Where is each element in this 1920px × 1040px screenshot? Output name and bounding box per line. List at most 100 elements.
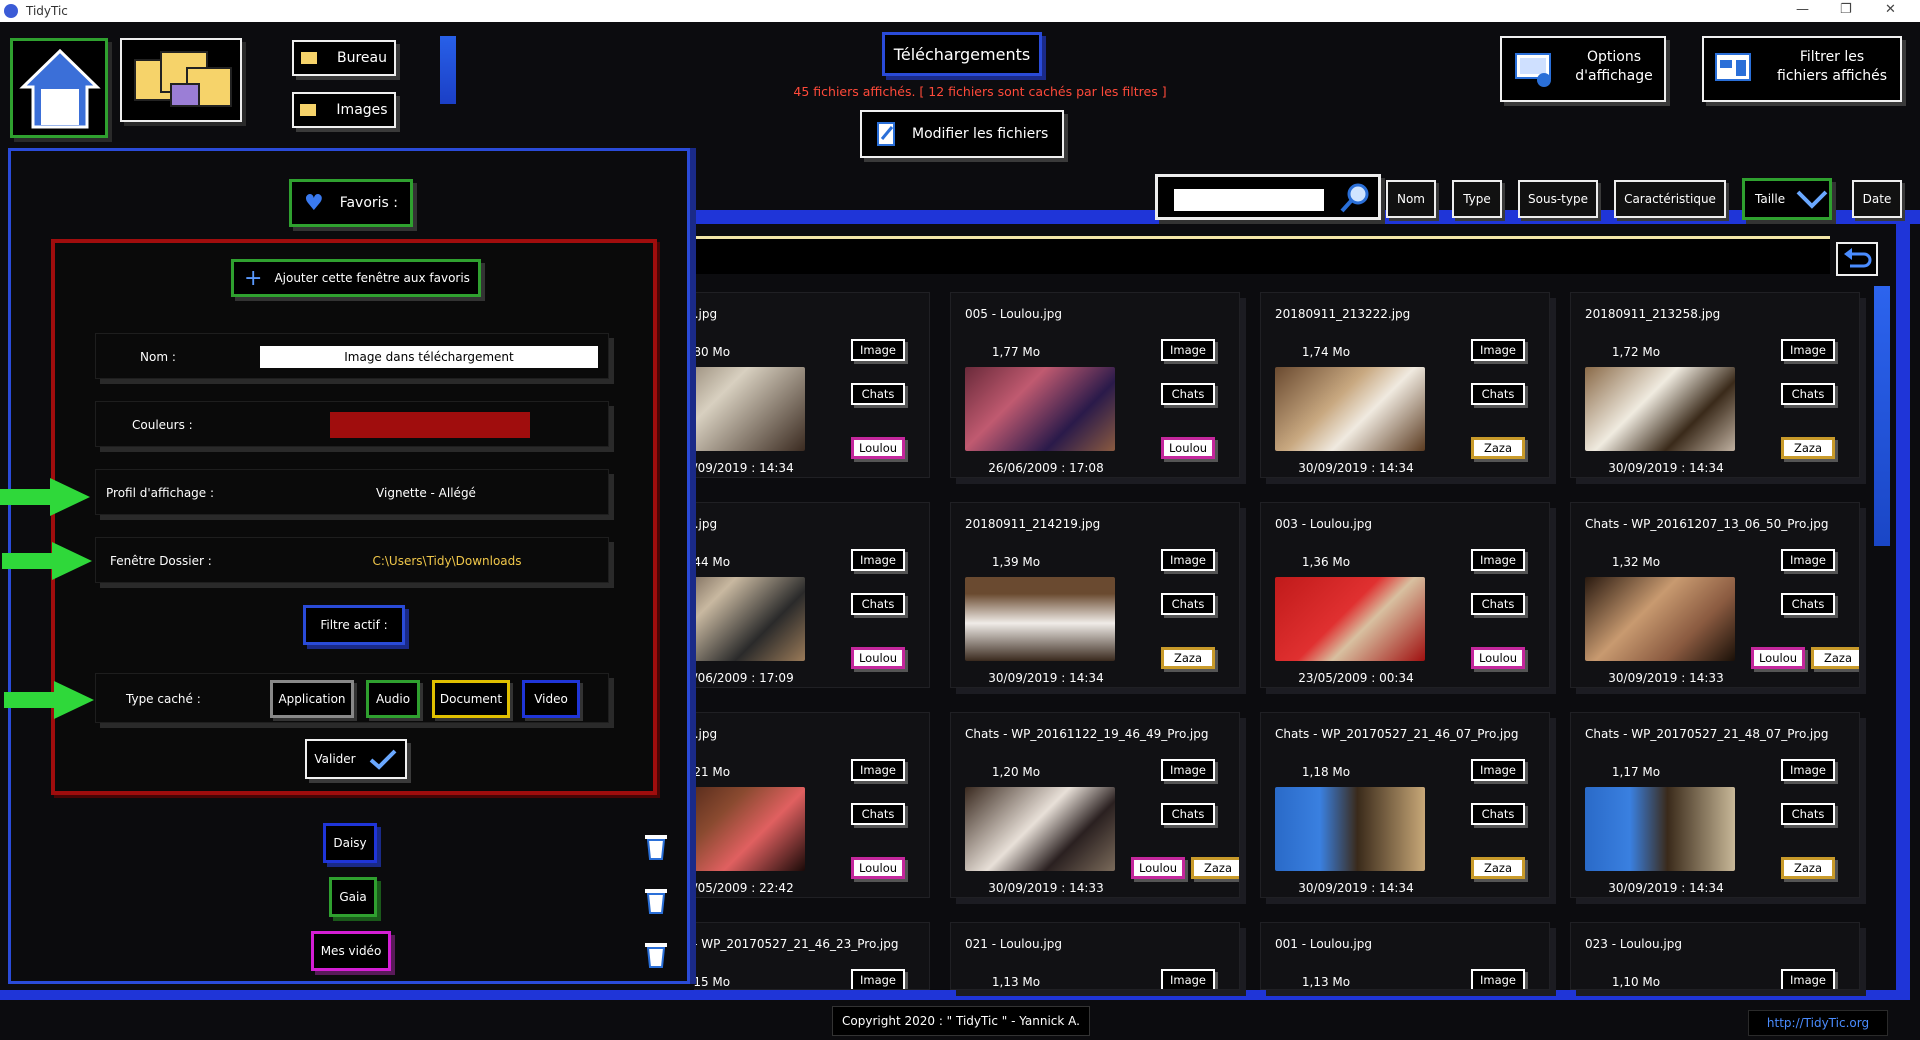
minimize-button[interactable]: — (1796, 2, 1809, 17)
file-thumbnail[interactable] (1275, 787, 1425, 871)
hidden-type-document[interactable]: Document (432, 680, 510, 718)
tag-chats[interactable]: Chats (1161, 383, 1215, 405)
tag-chats[interactable]: Chats (1781, 593, 1835, 615)
validate-button[interactable]: Valider (305, 739, 407, 779)
search-icon[interactable] (1338, 181, 1372, 215)
tag-image[interactable]: Image (1781, 339, 1835, 361)
folders-button[interactable] (120, 38, 242, 122)
file-card[interactable]: Chats - WP_20161122_19_46_49_Pro.jpg 1,20… (950, 712, 1240, 898)
tag-chats[interactable]: Chats (1471, 383, 1525, 405)
file-card[interactable]: 005 - Loulou.jpg 1,77 Mo 26/06/2009 : 17:0… (950, 292, 1240, 478)
tag-zaza[interactable]: Zaza (1781, 437, 1835, 459)
tag-chats[interactable]: Chats (1471, 593, 1525, 615)
images-button[interactable]: Images (292, 92, 396, 128)
hidden-type-audio[interactable]: Audio (366, 680, 420, 718)
tag-loulou[interactable]: Loulou (1161, 437, 1215, 459)
tag-chats[interactable]: Chats (1471, 803, 1525, 825)
tag-image[interactable]: Image (851, 339, 905, 361)
file-card[interactable]: Chats - WP_20161207_13_06_50_Pro.jpg 1,32… (1570, 502, 1860, 688)
hidden-type-video[interactable]: Video (522, 680, 580, 718)
tag-chats[interactable]: Chats (851, 593, 905, 615)
tag-chats[interactable]: Chats (1161, 803, 1215, 825)
sort-characteristic-button[interactable]: Caractéristique (1614, 180, 1726, 218)
file-thumbnail[interactable] (965, 367, 1115, 451)
file-card[interactable]: 20180911_213258.jpg 1,72 Mo 30/09/2019 : 1… (1570, 292, 1860, 478)
trash-icon[interactable] (643, 831, 669, 861)
tag-chats[interactable]: Chats (1161, 593, 1215, 615)
trash-icon[interactable] (643, 885, 669, 915)
tag-zaza[interactable]: Zaza (1471, 857, 1525, 879)
restore-button[interactable]: ❐ (1840, 2, 1852, 17)
name-field[interactable]: Image dans téléchargement (260, 346, 598, 368)
sort-date-button[interactable]: Date (1852, 180, 1902, 218)
filter-active-button[interactable]: Filtre actif : (303, 605, 405, 645)
home-button[interactable] (10, 38, 108, 138)
tag-chats[interactable]: Chats (1781, 383, 1835, 405)
file-thumbnail[interactable] (1585, 367, 1735, 451)
tag-image[interactable]: Image (1471, 759, 1525, 781)
file-card[interactable]: 003 - Loulou.jpg 1,36 Mo 23/05/2009 : 00:3… (1260, 502, 1550, 688)
tag-image[interactable]: Image (1471, 969, 1525, 989)
tag-zaza[interactable]: Zaza (1811, 647, 1859, 669)
tag-loulou[interactable]: Loulou (1131, 857, 1185, 879)
add-favorite-button[interactable]: + Ajouter cette fenêtre aux favoris (231, 259, 481, 297)
back-button[interactable] (1836, 242, 1878, 276)
file-card[interactable]: 001 - Loulou.jpg 1,13 Mo Image (1260, 922, 1550, 990)
tag-loulou[interactable]: Loulou (851, 857, 905, 879)
file-card[interactable]: 20180911_214219.jpg 1,39 Mo 30/09/2019 : 1… (950, 502, 1240, 688)
nav-scrollbar[interactable] (440, 36, 456, 104)
tag-zaza[interactable]: Zaza (1471, 437, 1525, 459)
file-thumbnail[interactable] (1275, 367, 1425, 451)
tag-image[interactable]: Image (1471, 339, 1525, 361)
tag-image[interactable]: Image (1781, 759, 1835, 781)
sort-subtype-button[interactable]: Sous-type (1518, 180, 1598, 218)
tag-loulou[interactable]: Loulou (851, 647, 905, 669)
tag-loulou[interactable]: Loulou (1751, 647, 1805, 669)
trash-icon[interactable] (643, 939, 669, 969)
modify-files-button[interactable]: Modifier les fichiers (860, 110, 1064, 158)
file-card[interactable]: 021 - Loulou.jpg 1,13 Mo Image (950, 922, 1240, 990)
file-card[interactable]: Chats - WP_20170527_21_46_07_Pro.jpg 1,18… (1260, 712, 1550, 898)
tag-image[interactable]: Image (1161, 549, 1215, 571)
sort-size-button[interactable]: Taille (1742, 178, 1832, 220)
tag-loulou[interactable]: Loulou (1471, 647, 1525, 669)
tag-image[interactable]: Image (851, 969, 905, 989)
tag-zaza[interactable]: Zaza (1781, 857, 1835, 879)
file-thumbnail[interactable] (965, 577, 1115, 661)
grid-scrollbar[interactable] (1874, 286, 1890, 546)
file-thumbnail[interactable] (965, 787, 1115, 871)
file-thumbnail[interactable] (1585, 577, 1735, 661)
file-thumbnail[interactable] (1275, 577, 1425, 661)
bureau-button[interactable]: Bureau (292, 40, 396, 76)
close-button[interactable]: ✕ (1885, 2, 1896, 17)
tag-chats[interactable]: Chats (1781, 803, 1835, 825)
hidden-type-application[interactable]: Application (270, 680, 354, 718)
folder-path[interactable]: C:\Users\Tidy\Downloads (322, 554, 572, 568)
favorite-gaia[interactable]: Gaia (329, 877, 377, 917)
tag-image[interactable]: Image (1161, 969, 1215, 989)
tag-image[interactable]: Image (1161, 339, 1215, 361)
favorite-daisy[interactable]: Daisy (323, 823, 377, 863)
filter-files-button[interactable]: Filtrer les fichiers affichés (1702, 36, 1902, 102)
favorite-mes-video[interactable]: Mes vidéo (311, 931, 391, 971)
profile-value[interactable]: Vignette - Allégé (336, 486, 516, 500)
search-input[interactable] (1174, 189, 1324, 211)
tag-image[interactable]: Image (1161, 759, 1215, 781)
folder-title-button[interactable]: Téléchargements (882, 32, 1042, 76)
tag-image[interactable]: Image (1781, 549, 1835, 571)
tag-image[interactable]: Image (1471, 549, 1525, 571)
sort-name-button[interactable]: Nom (1386, 180, 1436, 218)
tag-loulou[interactable]: Loulou (851, 437, 905, 459)
website-link[interactable]: http://TidyTic.org (1748, 1010, 1888, 1036)
tag-zaza[interactable]: Zaza (1191, 857, 1239, 879)
file-card[interactable]: 023 - Loulou.jpg 1,10 Mo Image (1570, 922, 1860, 990)
tag-image[interactable]: Image (851, 549, 905, 571)
file-card[interactable]: Chats - WP_20170527_21_48_07_Pro.jpg 1,17… (1570, 712, 1860, 898)
tag-chats[interactable]: Chats (851, 383, 905, 405)
sort-type-button[interactable]: Type (1452, 180, 1502, 218)
tag-image[interactable]: Image (1781, 969, 1835, 989)
color-swatch[interactable] (330, 412, 530, 438)
tag-image[interactable]: Image (851, 759, 905, 781)
file-thumbnail[interactable] (1585, 787, 1735, 871)
tag-zaza[interactable]: Zaza (1161, 647, 1215, 669)
